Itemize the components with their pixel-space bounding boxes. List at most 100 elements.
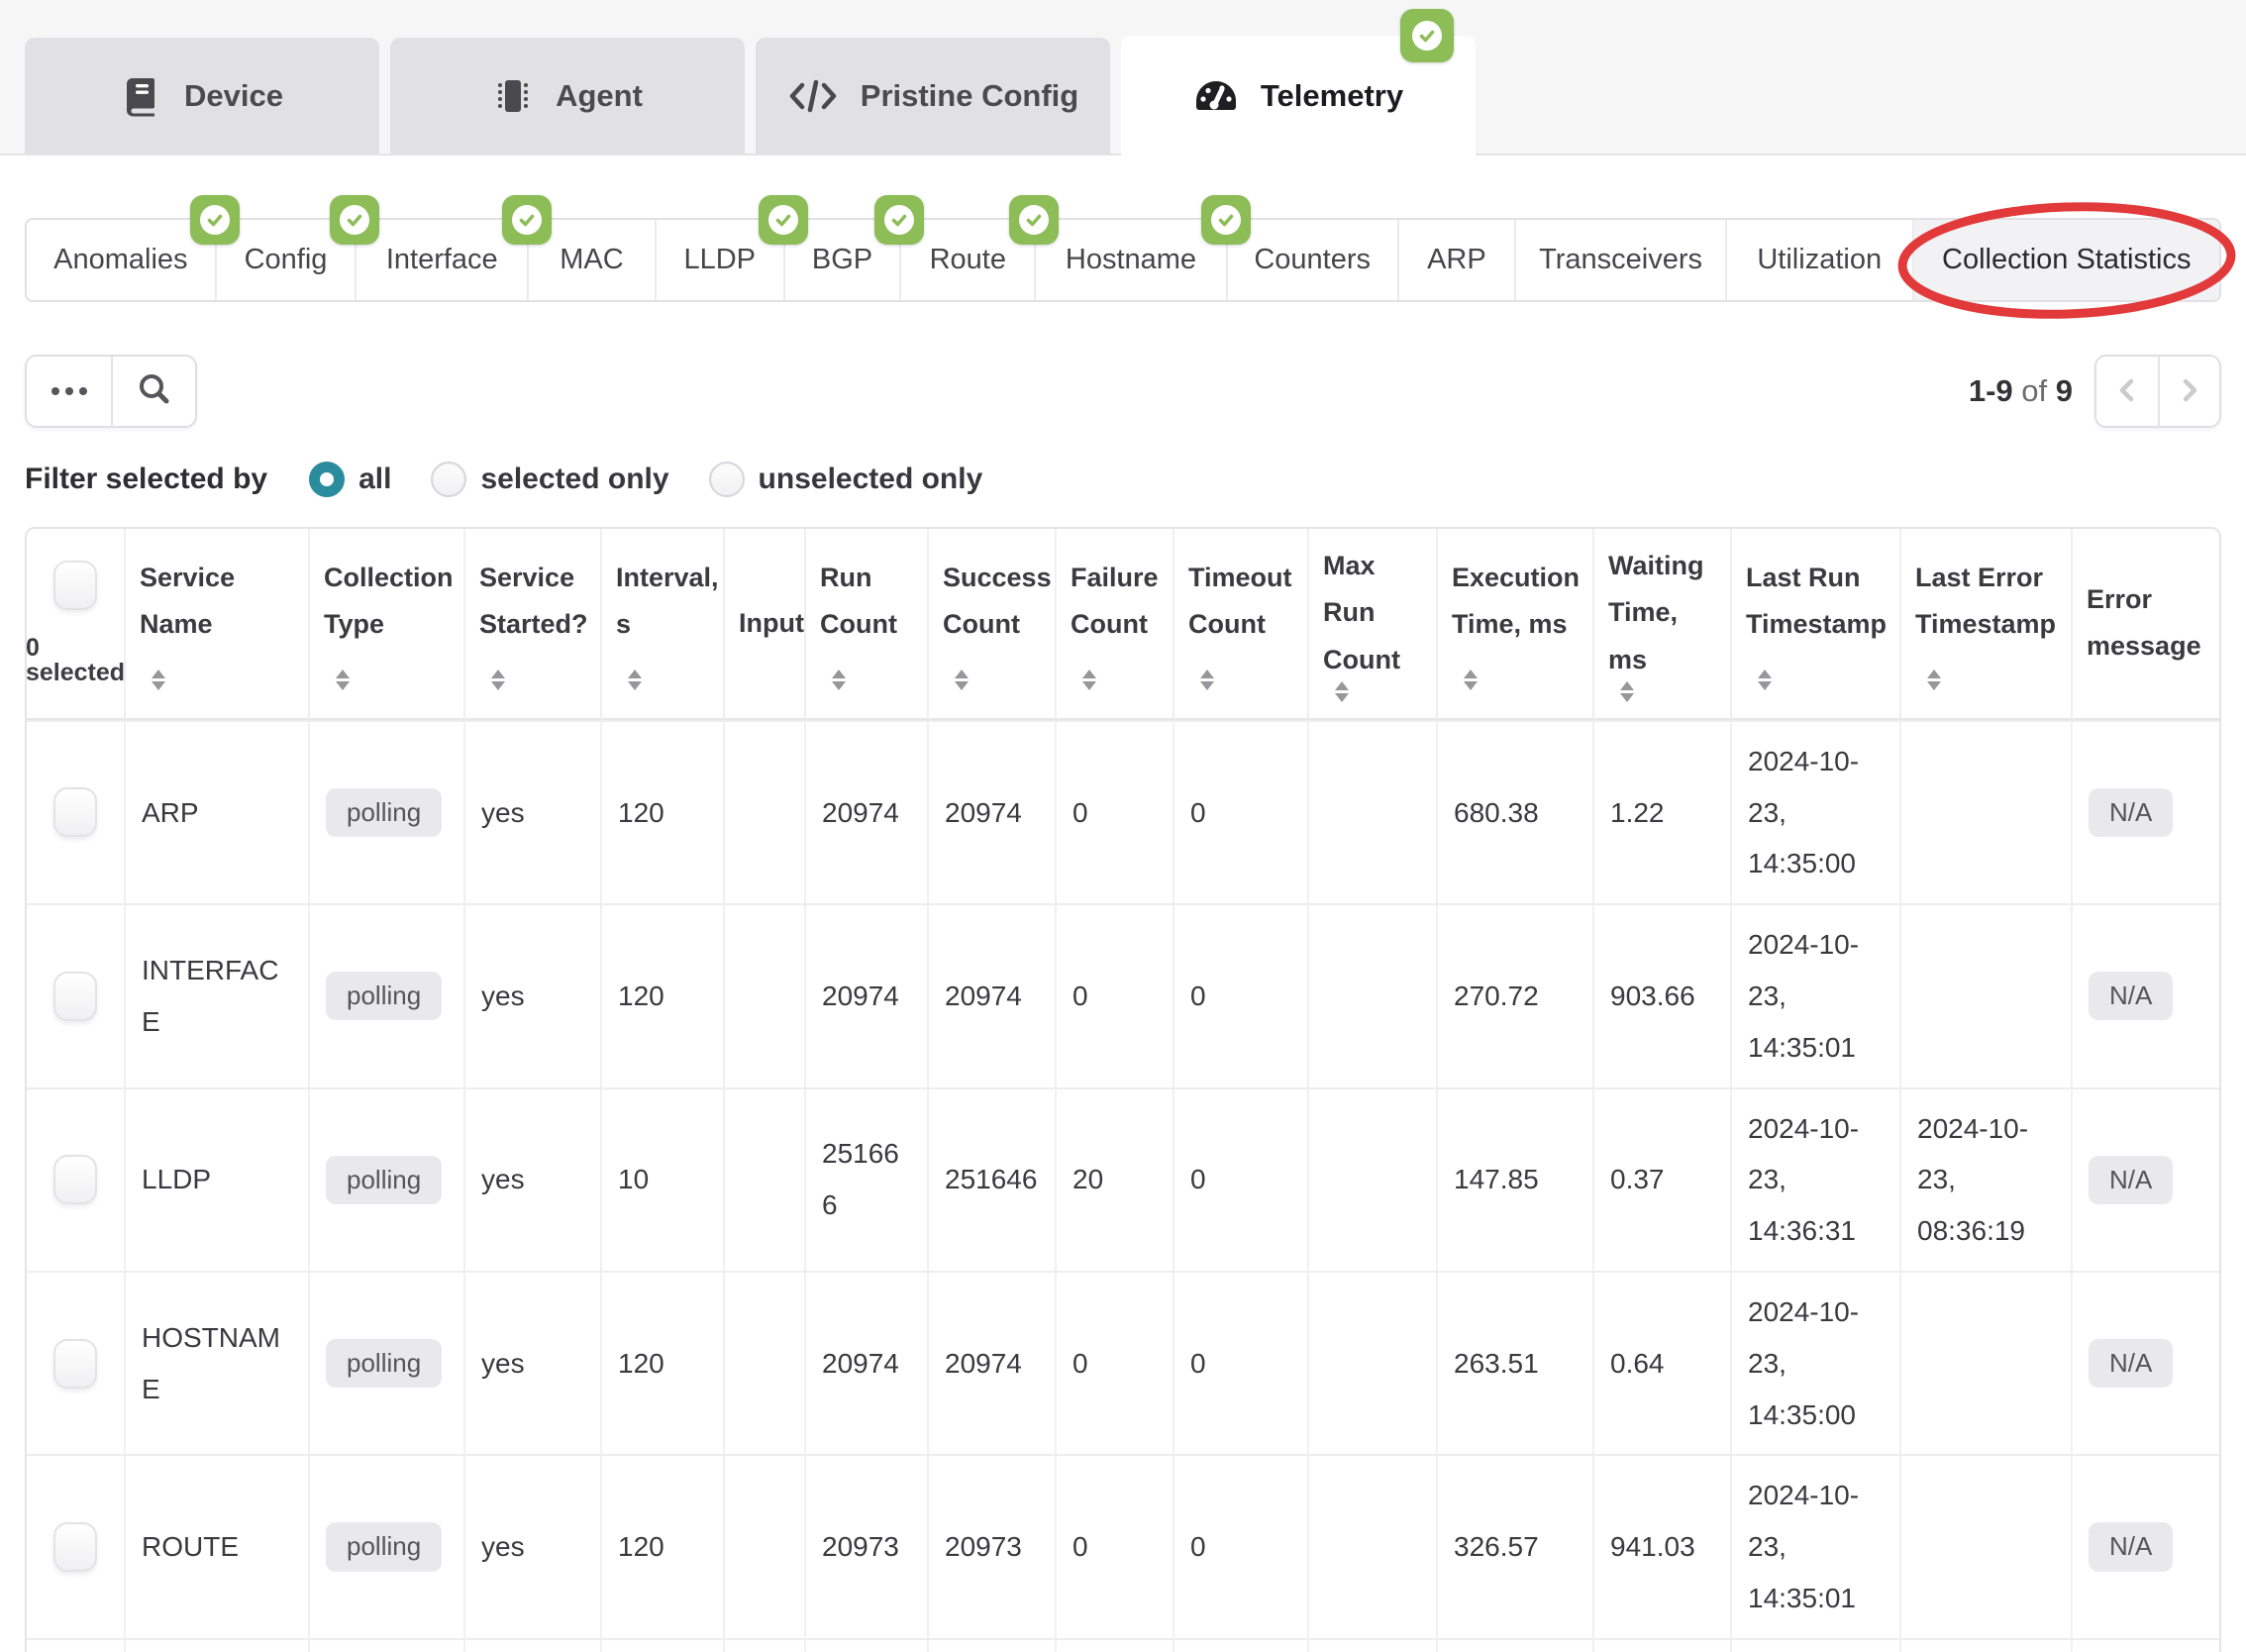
sub-tab-anomalies[interactable]: Anomalies — [27, 220, 217, 300]
cell-last_run: 2024-10-23, 14:35:01 — [1732, 903, 1901, 1086]
cell-value: 0 — [1072, 1521, 1088, 1573]
filter-radio-group: all selected only unselected only — [309, 462, 1022, 497]
column-header-service_started: Service Started? — [465, 529, 602, 720]
cell-input — [725, 720, 806, 903]
cell-value: 0 — [1190, 971, 1206, 1022]
cell-timeout_count: 0 — [1174, 1638, 1309, 1652]
column-header-label: Last Error Timestamp — [1915, 555, 2057, 649]
tab-agent[interactable]: Agent — [390, 38, 745, 154]
cell-success_count: 20974 — [929, 720, 1057, 903]
table-row: LLDPpollingyes10251666251646200147.850.3… — [27, 1087, 2219, 1271]
sub-tab-hostname[interactable]: Hostname — [1036, 220, 1228, 300]
sub-tab-lldp[interactable]: LLDP — [657, 220, 785, 300]
chevron-right-icon — [2175, 373, 2204, 410]
prev-page-button[interactable] — [2096, 357, 2158, 426]
row-checkbox[interactable] — [53, 1339, 97, 1389]
cell-failure_count: 0 — [1057, 1638, 1174, 1652]
collection_type-chip: polling — [326, 1522, 442, 1571]
row-checkbox[interactable] — [53, 1155, 97, 1204]
cell-value: 0 — [1072, 971, 1088, 1022]
more-options-button[interactable] — [27, 357, 111, 426]
row-checkbox[interactable] — [53, 1522, 97, 1572]
sub-tab-bar: AnomaliesConfigInterfaceMACLLDPBGPRouteH… — [25, 218, 2221, 302]
sub-tab-arp[interactable]: ARP — [1399, 220, 1517, 300]
sub-tab-label: Counters — [1254, 244, 1371, 276]
table-actions-group — [25, 355, 197, 428]
row-select-cell — [27, 1638, 126, 1652]
cell-value: 251646 — [945, 1154, 1037, 1205]
column-header-label: Service Started? — [479, 555, 588, 649]
cell-last_error — [1901, 1454, 2073, 1637]
cell-value: 20974 — [945, 971, 1022, 1022]
main-tab-label: Pristine Config — [861, 78, 1078, 114]
sort-icon[interactable] — [491, 670, 505, 690]
cell-value: 0 — [1190, 787, 1206, 839]
sort-icon[interactable] — [832, 670, 846, 690]
filter-option-label: all — [358, 463, 391, 496]
cell-last_run: 2024-10-23, 14:35:01 — [1732, 1454, 1901, 1637]
cell-execution_time: 270.72 — [1438, 903, 1594, 1086]
cell-input — [725, 1087, 806, 1271]
cell-value: 120 — [618, 1338, 664, 1390]
sort-icon[interactable] — [1620, 681, 1634, 702]
sub-tab-interface[interactable]: Interface — [357, 220, 529, 300]
sub-tab-transceivers[interactable]: Transceivers — [1516, 220, 1727, 300]
sub-tab-collection-statistics[interactable]: Collection Statistics — [1914, 220, 2219, 300]
select-all-checkbox[interactable] — [53, 561, 97, 610]
sort-icon[interactable] — [1758, 670, 1772, 690]
cell-error_message: N/A — [2073, 903, 2219, 1086]
check-badge-icon — [874, 195, 924, 245]
selected-count-label: 0 selected — [26, 636, 125, 685]
cell-collection_type: polling — [310, 1638, 465, 1652]
sort-icon[interactable] — [1200, 670, 1214, 690]
sort-icon[interactable] — [1082, 670, 1096, 690]
filter-option-all[interactable]: all — [309, 462, 391, 497]
radio-selected-icon[interactable] — [309, 462, 345, 497]
tab-device[interactable]: Device — [25, 38, 379, 154]
search-button[interactable] — [111, 357, 195, 426]
cell-value: yes — [481, 1521, 525, 1573]
sort-icon[interactable] — [1464, 670, 1478, 690]
row-checkbox[interactable] — [53, 972, 97, 1021]
pagination-range-numbers: 1-9 — [1969, 373, 2013, 408]
cell-run_count: 20974 — [806, 1638, 929, 1652]
sub-tab-counters[interactable]: Counters — [1228, 220, 1399, 300]
filter-option-unselected-only[interactable]: unselected only — [709, 462, 983, 497]
filter-option-selected-only[interactable]: selected only — [431, 462, 668, 497]
row-checkbox[interactable] — [53, 787, 97, 837]
tab-pristine-config[interactable]: Pristine Config — [756, 38, 1110, 154]
main-tab-label: Device — [184, 78, 283, 114]
main-tab-label: Agent — [556, 78, 643, 114]
radio-unselected-icon[interactable] — [431, 462, 466, 497]
cell-value: 20973 — [945, 1521, 1022, 1573]
column-header-waiting_time: Waiting Time, ms — [1594, 529, 1732, 720]
cell-last_run: 2024-10-23, 14:35:00 — [1732, 1638, 1901, 1652]
table-row: ROUTEpollingyes120209732097300326.57941.… — [27, 1454, 2219, 1637]
cell-value: yes — [481, 1154, 525, 1205]
sort-icon[interactable] — [152, 670, 165, 690]
cell-last_run: 2024-10-23, 14:35:00 — [1732, 720, 1901, 903]
cell-service_name: XCVR — [126, 1638, 310, 1652]
sort-icon[interactable] — [336, 670, 350, 690]
sub-tab-utilization[interactable]: Utilization — [1727, 220, 1914, 300]
next-page-button[interactable] — [2158, 357, 2219, 426]
sort-icon[interactable] — [1927, 670, 1941, 690]
check-badge-icon — [759, 195, 808, 245]
radio-unselected-icon[interactable] — [709, 462, 745, 497]
column-header-label: Waiting Time, ms — [1608, 543, 1716, 683]
cell-value: 263.51 — [1454, 1338, 1539, 1390]
cell-error_message: N/A — [2073, 1271, 2219, 1454]
cell-service_name: INTERFACE — [126, 903, 310, 1086]
table-row: HOSTNAMEpollingyes120209742097400263.510… — [27, 1271, 2219, 1454]
cell-waiting_time: 0.37 — [1594, 1087, 1732, 1271]
sort-icon[interactable] — [1335, 681, 1349, 702]
sort-icon[interactable] — [628, 670, 642, 690]
check-badge-icon — [330, 195, 379, 245]
tab-telemetry[interactable]: Telemetry — [1121, 36, 1476, 155]
sub-tab-label: Utilization — [1757, 244, 1882, 276]
sort-icon[interactable] — [955, 670, 969, 690]
pagination-total: 9 — [2056, 373, 2073, 408]
cell-service_name: LLDP — [126, 1087, 310, 1271]
filter-selected-row: Filter selected by allselected onlyunsel… — [25, 462, 2221, 497]
check-badge-icon — [1201, 195, 1251, 245]
